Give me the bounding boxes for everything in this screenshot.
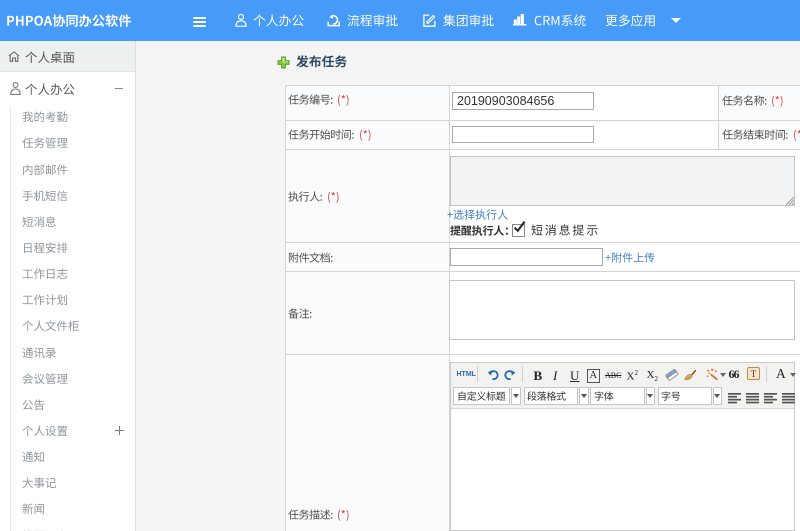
svg-text:T: T — [751, 369, 757, 379]
